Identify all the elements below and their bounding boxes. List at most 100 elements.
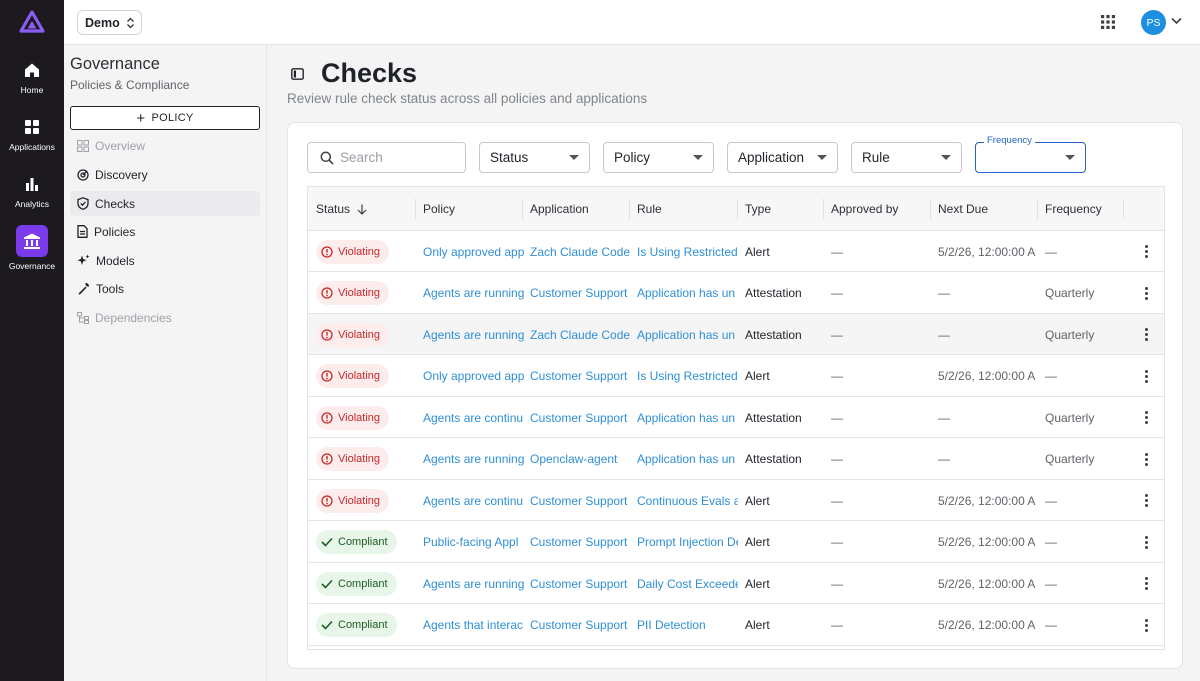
application-link[interactable]: Openclaw-agent [530, 439, 631, 480]
rule-filter[interactable]: Rule [851, 142, 962, 173]
rule-link[interactable]: Application has un [637, 273, 738, 314]
sidebar-item-tools[interactable]: Tools [70, 276, 260, 301]
policy-link[interactable]: Agents are running [423, 314, 524, 355]
more-vertical-icon[interactable] [1140, 577, 1152, 590]
rule-link[interactable]: Application has un [637, 439, 738, 480]
more-vertical-icon[interactable] [1140, 535, 1152, 549]
more-vertical-icon[interactable] [1140, 494, 1152, 507]
sidebar-item-models[interactable]: Models [70, 248, 260, 273]
policy-link[interactable]: Only approved app [423, 356, 524, 397]
policy-link[interactable]: Agents are running [423, 439, 524, 480]
rail-item-applications[interactable]: Applications [4, 117, 60, 167]
rule-link[interactable]: Prompt Injection De [637, 522, 738, 563]
rail-item-analytics[interactable]: Analytics [4, 174, 60, 224]
column-header-status[interactable]: Status [316, 187, 367, 231]
policy-link[interactable]: Only approved app [423, 231, 524, 272]
application-filter[interactable]: Application [727, 142, 838, 173]
status-badge[interactable]: Violating [316, 447, 389, 471]
sidebar-item-discovery[interactable]: Discovery [70, 162, 260, 187]
rule-link[interactable]: Application has un [637, 397, 738, 438]
column-header-application[interactable]: Application [530, 187, 589, 231]
policy-link[interactable]: Agents are continu [423, 480, 524, 521]
sidebar-item-dependencies[interactable]: Dependencies [70, 305, 260, 330]
column-header-next-due[interactable]: Next Due [938, 187, 988, 231]
policy-link[interactable]: Agents are running [423, 273, 524, 314]
workspace-name: Demo [85, 15, 120, 30]
more-vertical-icon[interactable] [1140, 328, 1152, 341]
column-header-approved-by[interactable]: Approved by [831, 187, 898, 231]
policy-link[interactable]: Agents are continu [423, 397, 524, 438]
more-vertical-icon[interactable] [1140, 452, 1152, 466]
status-badge[interactable]: Violating [316, 322, 389, 347]
table-row[interactable]: Violating Agents are running Customer Supp… [308, 273, 1164, 314]
table-row[interactable]: Violating Agents are running Zach Claude C… [308, 314, 1164, 355]
sidebar-item-label: Tools [96, 281, 125, 296]
application-link[interactable]: Zach Claude Code [530, 314, 631, 355]
sidebar-item-policies[interactable]: Policies [70, 219, 260, 244]
column-header-frequency[interactable]: Frequency [1045, 187, 1102, 231]
status-filter[interactable]: Status [479, 142, 590, 173]
table-row[interactable]: Compliant Public-facing Appl Customer Supp… [308, 522, 1164, 563]
radar-icon [77, 168, 89, 181]
rule-link[interactable]: PII Detection [637, 605, 738, 646]
more-vertical-icon[interactable] [1140, 618, 1152, 632]
chevron-down-icon[interactable] [1171, 17, 1182, 25]
column-header-type[interactable]: Type [745, 187, 771, 231]
frequency-filter[interactable]: Frequency [975, 135, 1086, 173]
table-row[interactable]: Violating Agents are running Openclaw-agen… [308, 439, 1164, 480]
rule-link[interactable]: Application has un [637, 314, 738, 355]
status-badge[interactable]: Compliant [316, 530, 397, 554]
policy-filter[interactable]: Policy [603, 142, 714, 173]
application-link[interactable]: Zach Claude Code [530, 231, 631, 272]
table-row[interactable]: Violating Agents are continu Customer Supp… [308, 397, 1164, 438]
status-badge[interactable]: Violating [316, 405, 389, 430]
more-vertical-icon[interactable] [1140, 411, 1152, 424]
rail-item-home[interactable]: Home [4, 60, 60, 110]
arrow-down-icon[interactable] [357, 204, 367, 215]
workspace-select[interactable]: Demo [77, 10, 142, 35]
more-vertical-icon[interactable] [1140, 245, 1152, 258]
rule-link[interactable]: Daily Cost Exceede [637, 563, 738, 604]
column-header-rule[interactable]: Rule [637, 187, 662, 231]
new-policy-button[interactable]: + POLICY [70, 106, 260, 130]
application-link[interactable]: Customer Support [530, 273, 631, 314]
application-link[interactable]: Customer Support [530, 563, 631, 604]
status-badge[interactable]: Compliant [316, 571, 397, 596]
status-badge[interactable]: Violating [316, 364, 389, 388]
page-subtitle: Review rule check status across all poli… [287, 91, 648, 106]
table-row[interactable]: Compliant Agents that interac Customer Sup… [308, 605, 1164, 646]
search-input[interactable]: Search [307, 142, 466, 173]
more-vertical-icon[interactable] [1140, 369, 1152, 383]
sidebar-toggle-icon[interactable] [291, 68, 304, 80]
user-avatar[interactable]: PS [1141, 10, 1166, 35]
policy-link[interactable]: Agents that interac [423, 605, 524, 646]
rule-link[interactable]: Is Using Restricted [637, 356, 738, 397]
rail-item-governance[interactable]: Governance [4, 225, 60, 275]
table-row[interactable]: Violating Only approved app Zach Claude Co… [308, 231, 1164, 272]
type-cell: Alert [745, 369, 770, 383]
column-header-policy[interactable]: Policy [423, 187, 455, 231]
more-vertical-icon[interactable] [1140, 286, 1152, 300]
table-row[interactable]: Compliant Agents are running Customer Supp… [308, 563, 1164, 604]
policy-link[interactable]: Agents are running [423, 563, 524, 604]
application-link[interactable]: Customer Support [530, 522, 631, 563]
application-link[interactable]: Customer Support [530, 397, 631, 438]
table-row[interactable]: Violating Only approved app Customer Suppo… [308, 356, 1164, 397]
application-filter-label: Application [738, 150, 805, 165]
table-row[interactable]: Violating Agents are continu Customer Supp… [308, 480, 1164, 521]
application-link[interactable]: Customer Support [530, 605, 631, 646]
rule-link[interactable]: Continuous Evals a [637, 480, 738, 521]
apps-grid-icon[interactable] [1101, 15, 1115, 29]
status-badge[interactable]: Violating [316, 281, 389, 305]
sidebar-item-checks[interactable]: Checks [70, 191, 260, 216]
application-link[interactable]: Customer Support [530, 356, 631, 397]
rule-link[interactable]: Is Using Restricted [637, 231, 738, 272]
sidebar-item-overview[interactable]: Overview [70, 133, 260, 158]
app-logo-icon[interactable] [19, 10, 45, 34]
status-badge[interactable]: Violating [316, 488, 389, 513]
alert-circle-icon [321, 494, 333, 507]
status-badge[interactable]: Violating [316, 239, 389, 264]
policy-link[interactable]: Public-facing Appl [423, 522, 524, 563]
status-badge[interactable]: Compliant [316, 613, 397, 637]
application-link[interactable]: Customer Support [530, 480, 631, 521]
